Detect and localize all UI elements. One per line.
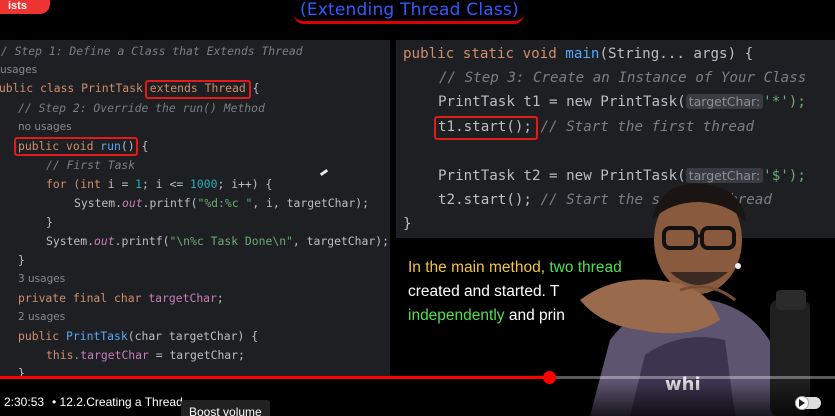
progress-fill (0, 376, 550, 379)
code-line: // Step 2: Override the run() Method (18, 101, 265, 115)
presenter-image: whi (580, 183, 810, 416)
brand-chip: ists (0, 0, 50, 14)
usage-hint: usages (0, 64, 38, 76)
run-method-highlight-box (14, 137, 138, 156)
code-line: private final char targetChar; (18, 291, 224, 305)
extends-highlight-box (145, 80, 251, 99)
code-line: PrintTask t1 = new PrintTask(targetChar:… (438, 94, 806, 110)
code-line: // Step 1: Define a Class that Extends T… (0, 44, 303, 58)
video-player[interactable]: ists (Extending Thread Class) // Step 1:… (0, 0, 835, 416)
autoplay-toggle[interactable] (795, 396, 821, 410)
code-line: System.out.printf("\n%c Task Done\n", ta… (46, 234, 389, 248)
code-line: } (46, 215, 53, 229)
toggle-knob (795, 396, 809, 410)
usage-hint: 3 usages (18, 273, 66, 285)
boost-volume-tooltip: Boost volume (181, 400, 270, 416)
code-line: } (18, 253, 25, 267)
code-panel-left: // Step 1: Define a Class that Extends T… (0, 40, 390, 380)
code-line: public static void main(String... args) … (403, 46, 754, 62)
code-line: for (int i = 1; i <= 1000; i++) { (46, 177, 273, 191)
start-call-highlight-box (434, 116, 538, 140)
usage-hint: 2 usages (18, 311, 66, 323)
code-line: // First Task (46, 158, 136, 172)
chapter-separator: • (52, 395, 57, 409)
code-line: public PrintTask(char targetChar) { (18, 329, 259, 343)
chapter-title[interactable]: • 12.2.Creating a Thread (52, 395, 183, 409)
play-icon (799, 399, 805, 407)
progress-bar[interactable] (0, 371, 835, 384)
code-line: } (403, 216, 412, 232)
current-time: 2:30:53 (4, 395, 45, 409)
code-line: this.targetChar = targetChar; (46, 348, 245, 362)
code-line: // Step 3: Create an Instance of Your Cl… (439, 70, 807, 86)
code-line: System.out.printf("%d:%c ", i, targetCha… (74, 196, 369, 210)
slide-title: (Extending Thread Class) (300, 0, 519, 20)
chapter-title-text: 12.2.Creating a Thread (59, 395, 183, 409)
usage-hint: no usages (18, 121, 72, 133)
